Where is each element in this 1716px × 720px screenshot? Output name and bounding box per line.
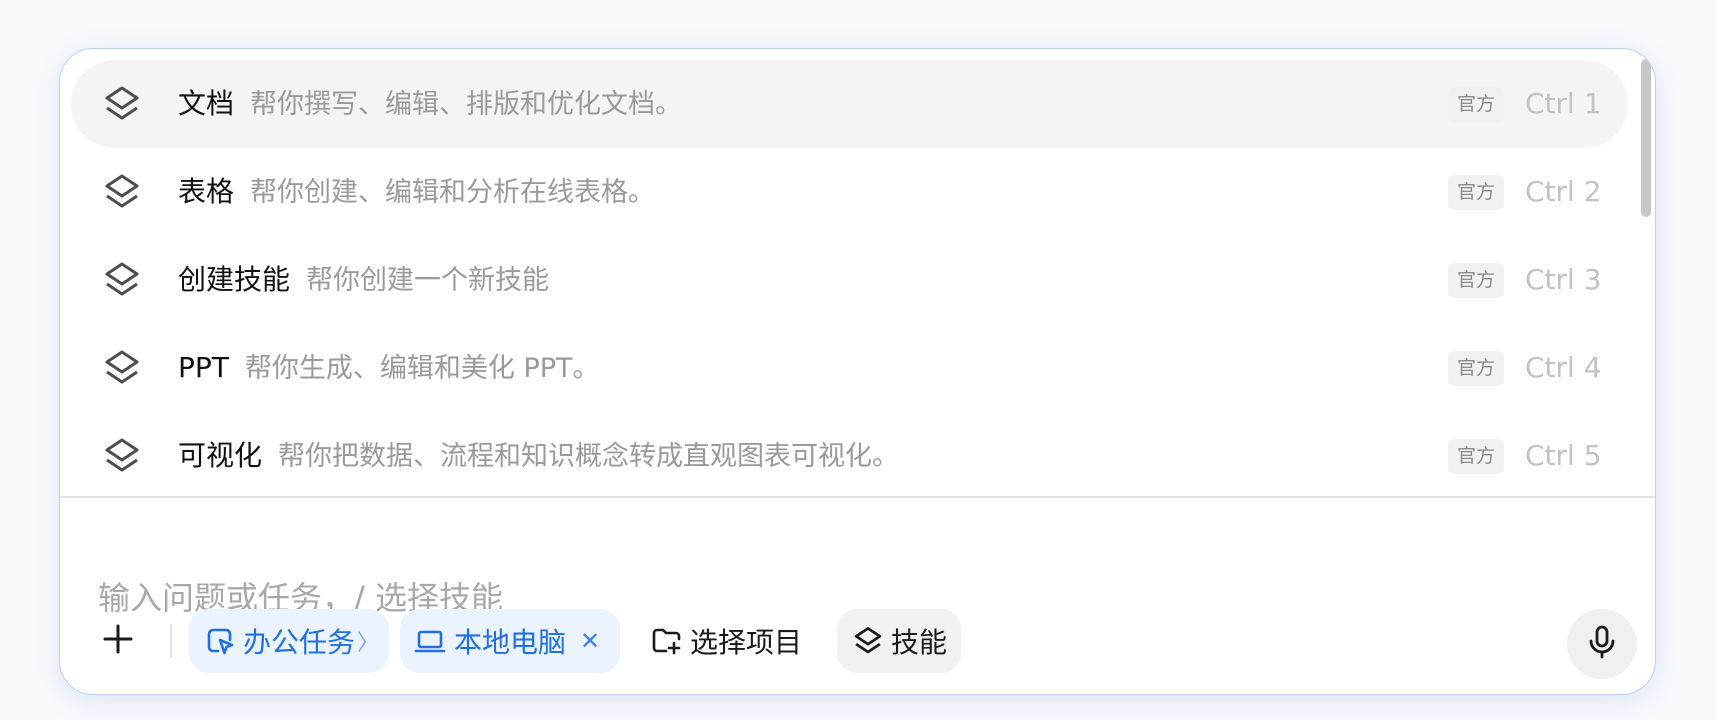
skill-label: 表格 帮你创建、编辑和分析在线表格。 xyxy=(178,175,656,208)
shortcut-hint: Ctrl 4 xyxy=(1525,351,1602,384)
skill-item-visualization[interactable]: 可视化 帮你把数据、流程和知识概念转成直观图表可视化。 官方 Ctrl 5 xyxy=(71,412,1628,500)
layers-icon xyxy=(853,626,883,656)
skill-description: 帮你撰写、编辑、排版和优化文档。 xyxy=(250,89,683,120)
official-badge: 官方 xyxy=(1448,87,1504,122)
skill-label: 文档 帮你撰写、编辑、排版和优化文档。 xyxy=(178,87,683,120)
office-task-label: 办公任务 xyxy=(243,626,356,659)
shortcut-hint: Ctrl 3 xyxy=(1525,263,1602,296)
scrollbar-thumb[interactable] xyxy=(1641,59,1651,217)
select-project-button[interactable]: 选择项目 xyxy=(640,609,820,673)
skill-description: 帮你创建一个新技能 xyxy=(306,265,550,296)
skill-description: 帮你生成、编辑和美化 PPT。 xyxy=(244,353,600,384)
skill-item-spreadsheet[interactable]: 表格 帮你创建、编辑和分析在线表格。 官方 Ctrl 2 xyxy=(71,148,1628,236)
shortcut-hint: Ctrl 1 xyxy=(1525,87,1602,120)
chevron-right-icon: 〉 xyxy=(357,631,380,656)
skills-button[interactable]: 技能 xyxy=(837,609,961,673)
shortcut-hint: Ctrl 5 xyxy=(1525,439,1602,472)
skill-item-ppt[interactable]: PPT 帮你生成、编辑和美化 PPT。 官方 Ctrl 4 xyxy=(71,324,1628,412)
input-toolbar: 办公任务 〉 本地电脑 ✕ 选择项目 技能 xyxy=(60,609,1655,679)
skill-item-document[interactable]: 文档 帮你撰写、编辑、排版和优化文档。 官方 Ctrl 1 xyxy=(71,60,1628,148)
select-project-label: 选择项目 xyxy=(690,626,803,659)
divider xyxy=(60,496,1655,498)
official-badge: 官方 xyxy=(1448,439,1504,474)
skill-label: 创建技能 帮你创建一个新技能 xyxy=(178,263,550,296)
skill-label: 可视化 帮你把数据、流程和知识概念转成直观图表可视化。 xyxy=(178,439,900,472)
official-badge: 官方 xyxy=(1448,351,1504,386)
close-icon[interactable]: ✕ xyxy=(580,627,600,655)
voice-input-button[interactable] xyxy=(1567,609,1637,679)
toolbar-separator xyxy=(170,624,172,658)
local-computer-chip[interactable]: 本地电脑 ✕ xyxy=(400,609,620,673)
folder-add-icon xyxy=(652,627,682,655)
skill-item-create-skill[interactable]: 创建技能 帮你创建一个新技能 官方 Ctrl 3 xyxy=(71,236,1628,324)
skill-label: PPT 帮你生成、编辑和美化 PPT。 xyxy=(178,351,600,384)
skill-description: 帮你把数据、流程和知识概念转成直观图表可视化。 xyxy=(278,441,900,472)
layers-icon xyxy=(103,437,141,475)
local-computer-label: 本地电脑 xyxy=(454,626,567,659)
laptop-icon xyxy=(414,626,446,656)
pointer-icon xyxy=(205,626,235,656)
layers-icon xyxy=(103,349,141,387)
add-button[interactable] xyxy=(94,617,142,665)
official-badge: 官方 xyxy=(1448,175,1504,210)
skill-list: 文档 帮你撰写、编辑、排版和优化文档。 官方 Ctrl 1 表格 帮你创建、编辑和分… xyxy=(60,49,1655,497)
skills-label: 技能 xyxy=(891,626,948,659)
official-badge: 官方 xyxy=(1448,263,1504,298)
layers-icon xyxy=(103,261,141,299)
skill-input-panel: 文档 帮你撰写、编辑、排版和优化文档。 官方 Ctrl 1 表格 帮你创建、编辑和分… xyxy=(59,48,1656,695)
office-task-chip[interactable]: 办公任务 〉 xyxy=(189,609,389,673)
layers-icon xyxy=(103,173,141,211)
shortcut-hint: Ctrl 2 xyxy=(1525,175,1602,208)
microphone-icon xyxy=(1587,625,1617,663)
layers-icon xyxy=(103,85,141,123)
skill-description: 帮你创建、编辑和分析在线表格。 xyxy=(250,177,656,208)
plus-icon xyxy=(102,623,134,659)
